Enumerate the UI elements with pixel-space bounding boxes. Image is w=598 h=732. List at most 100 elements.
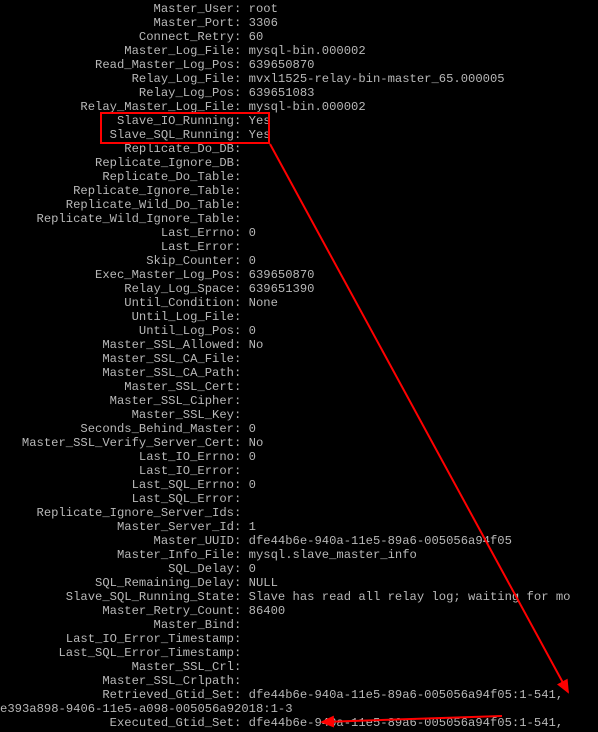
- status-label: Last_IO_Error_Timestamp: [0, 632, 234, 646]
- colon-separator: :: [234, 646, 249, 660]
- status-label: Last_IO_Error: [0, 464, 234, 478]
- status-row: Master_SSL_Crlpath:: [0, 674, 570, 688]
- colon-separator: :: [234, 156, 249, 170]
- status-value: 639650870: [249, 58, 315, 72]
- status-row: SQL_Remaining_Delay: NULL: [0, 576, 570, 590]
- status-row: Until_Condition: None: [0, 296, 570, 310]
- status-row: Master_SSL_Key:: [0, 408, 570, 422]
- colon-separator: :: [234, 100, 249, 114]
- colon-separator: :: [234, 72, 249, 86]
- status-value: mvxl1525-relay-bin-master_65.000005: [249, 72, 505, 86]
- status-label: SQL_Remaining_Delay: [0, 576, 234, 590]
- status-label: Master_SSL_Cert: [0, 380, 234, 394]
- colon-separator: :: [234, 268, 249, 282]
- status-label: Master_Info_File: [0, 548, 234, 562]
- status-label: Master_User: [0, 2, 234, 16]
- status-row: Read_Master_Log_Pos: 639650870: [0, 58, 570, 72]
- status-value: root: [249, 2, 278, 16]
- status-label: Replicate_Wild_Do_Table: [0, 198, 234, 212]
- colon-separator: :: [234, 254, 249, 268]
- status-row: Relay_Log_Pos: 639651083: [0, 86, 570, 100]
- status-row: Master_SSL_Allowed: No: [0, 338, 570, 352]
- status-value: 60: [249, 30, 264, 44]
- colon-separator: :: [234, 576, 249, 590]
- status-row: Last_SQL_Errno: 0: [0, 478, 570, 492]
- status-row: Master_Info_File: mysql.slave_master_inf…: [0, 548, 570, 562]
- status-label: Retrieved_Gtid_Set: [0, 688, 234, 702]
- status-value: 0: [249, 450, 256, 464]
- status-row: Last_IO_Error_Timestamp:: [0, 632, 570, 646]
- status-label: Slave_IO_Running: [0, 114, 234, 128]
- status-value-continuation: e393a898-9406-11e5-a098-005056a92018:1-3: [0, 702, 570, 716]
- colon-separator: :: [234, 520, 249, 534]
- status-label: Last_SQL_Error: [0, 492, 234, 506]
- status-value: 86400: [249, 604, 286, 618]
- status-row: Master_Retry_Count: 86400: [0, 604, 570, 618]
- status-row: Last_SQL_Error:: [0, 492, 570, 506]
- status-row: Replicate_Do_DB:: [0, 142, 570, 156]
- status-label: SQL_Delay: [0, 562, 234, 576]
- status-value: mysql-bin.000002: [249, 44, 366, 58]
- status-row: Replicate_Wild_Ignore_Table:: [0, 212, 570, 226]
- colon-separator: :: [234, 324, 249, 338]
- status-value: Slave has read all relay log; waiting fo…: [249, 590, 571, 604]
- colon-separator: :: [234, 86, 249, 100]
- status-value: mysql.slave_master_info: [249, 548, 417, 562]
- status-label: Slave_SQL_Running: [0, 128, 234, 142]
- status-label: Master_UUID: [0, 534, 234, 548]
- status-value: Yes: [249, 128, 271, 142]
- status-label: Relay_Log_Space: [0, 282, 234, 296]
- status-label: Master_SSL_Key: [0, 408, 234, 422]
- colon-separator: :: [234, 478, 249, 492]
- status-label: Connect_Retry: [0, 30, 234, 44]
- status-row: Exec_Master_Log_Pos: 639650870: [0, 268, 570, 282]
- status-label: Master_SSL_Allowed: [0, 338, 234, 352]
- colon-separator: :: [234, 660, 249, 674]
- status-value: 639651390: [249, 282, 315, 296]
- colon-separator: :: [234, 128, 249, 142]
- status-row: Master_SSL_CA_File:: [0, 352, 570, 366]
- status-label: Master_Retry_Count: [0, 604, 234, 618]
- status-label: Master_SSL_Crl: [0, 660, 234, 674]
- status-value: mysql-bin.000002: [249, 100, 366, 114]
- status-label: Replicate_Ignore_Server_Ids: [0, 506, 234, 520]
- status-row: Last_IO_Errno: 0: [0, 450, 570, 464]
- status-label: Exec_Master_Log_Pos: [0, 268, 234, 282]
- status-row: Last_Errno: 0: [0, 226, 570, 240]
- colon-separator: :: [234, 16, 249, 30]
- status-value: 639651083: [249, 86, 315, 100]
- status-value: 0: [249, 254, 256, 268]
- colon-separator: :: [234, 534, 249, 548]
- status-row: Replicate_Wild_Do_Table:: [0, 198, 570, 212]
- status-row: Replicate_Ignore_Server_Ids:: [0, 506, 570, 520]
- status-row: Master_SSL_CA_Path:: [0, 366, 570, 380]
- colon-separator: :: [234, 44, 249, 58]
- colon-separator: :: [234, 506, 249, 520]
- status-label: Master_Server_Id: [0, 520, 234, 534]
- colon-separator: :: [234, 2, 249, 16]
- colon-separator: :: [234, 604, 249, 618]
- status-row: Relay_Log_Space: 639651390: [0, 282, 570, 296]
- status-row: SQL_Delay: 0: [0, 562, 570, 576]
- colon-separator: :: [234, 366, 249, 380]
- status-label: Master_SSL_Verify_Server_Cert: [0, 436, 234, 450]
- status-label: Master_Port: [0, 16, 234, 30]
- colon-separator: :: [234, 296, 249, 310]
- status-row: Skip_Counter: 0: [0, 254, 570, 268]
- status-row: Last_Error:: [0, 240, 570, 254]
- status-row: Master_Port: 3306: [0, 16, 570, 30]
- status-value: NULL: [249, 576, 278, 590]
- status-label: Last_IO_Errno: [0, 450, 234, 464]
- status-label: Skip_Counter: [0, 254, 234, 268]
- status-label: Until_Log_Pos: [0, 324, 234, 338]
- colon-separator: :: [234, 688, 249, 702]
- colon-separator: :: [234, 58, 249, 72]
- colon-separator: :: [234, 674, 249, 688]
- status-label: Relay_Log_Pos: [0, 86, 234, 100]
- status-row: Master_UUID: dfe44b6e-940a-11e5-89a6-005…: [0, 534, 570, 548]
- colon-separator: :: [234, 422, 249, 436]
- status-row: Last_IO_Error:: [0, 464, 570, 478]
- status-label: Replicate_Ignore_Table: [0, 184, 234, 198]
- status-row: Master_SSL_Verify_Server_Cert: No: [0, 436, 570, 450]
- colon-separator: :: [234, 338, 249, 352]
